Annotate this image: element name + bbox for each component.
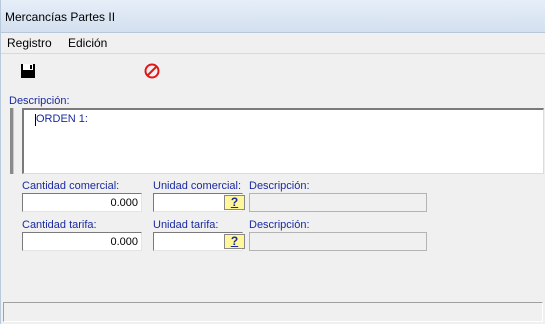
title-bar: Mercancías Partes II: [1, 0, 545, 33]
status-bar: [3, 302, 543, 322]
unidad-tarifa-label: Unidad tarifa:: [153, 219, 219, 231]
cantidad-comercial-label: Cantidad comercial:: [22, 180, 120, 192]
descripcion-comercial-field: [249, 193, 427, 212]
save-button[interactable]: [19, 62, 39, 82]
cantidad-comercial-input[interactable]: 0.000: [22, 193, 142, 212]
descripcion-text: ORDEN 1:: [36, 113, 88, 125]
unidad-comercial-label: Unidad comercial:: [153, 180, 242, 192]
floppy-disk-icon: [21, 64, 35, 78]
cantidad-tarifa-value: 0.000: [110, 236, 138, 248]
descripcion-tarifa-field: [249, 232, 427, 251]
cantidad-tarifa-label: Cantidad tarifa:: [22, 219, 97, 231]
menu-edicion[interactable]: Edición: [68, 36, 107, 50]
cancel-button[interactable]: [143, 62, 163, 82]
toolbar: [1, 54, 545, 90]
descripcion-textarea[interactable]: ORDEN 1:: [22, 108, 544, 174]
descripcion-comercial-label: Descripción:: [249, 180, 310, 192]
descripcion-tarifa-label: Descripción:: [249, 219, 310, 231]
menu-registro[interactable]: Registro: [7, 36, 52, 50]
window-title: Mercancías Partes II: [5, 10, 116, 24]
description-edge: [10, 108, 14, 174]
cantidad-tarifa-input[interactable]: 0.000: [22, 232, 142, 251]
no-entry-icon: [144, 63, 160, 79]
unidad-comercial-lookup-button[interactable]: ?: [224, 195, 245, 210]
descripcion-label: Descripción:: [9, 95, 70, 107]
cantidad-comercial-value: 0.000: [110, 197, 138, 209]
unidad-tarifa-lookup-button[interactable]: ?: [224, 234, 245, 249]
main-window: Mercancías Partes II Registro Edición De…: [0, 0, 545, 324]
menu-bar: Registro Edición: [1, 33, 545, 54]
